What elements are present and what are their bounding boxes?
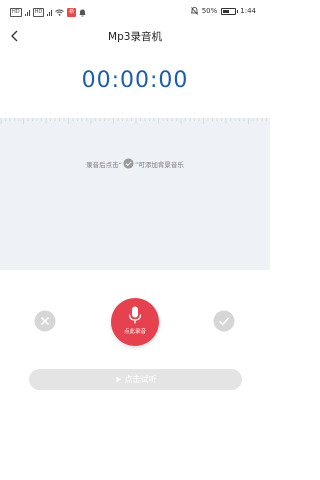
close-circle-icon[interactable]	[34, 310, 56, 332]
signal-icon	[24, 9, 30, 16]
mute-icon	[190, 7, 198, 15]
battery-icon	[221, 7, 239, 15]
status-left: HD HD 新	[10, 8, 86, 17]
check-circle-icon	[123, 158, 134, 169]
play-icon	[116, 376, 121, 383]
hint-after: ”可添加背景音乐	[135, 160, 184, 169]
check-circle-icon[interactable]	[213, 310, 235, 332]
status-right: 50% 1:44	[190, 7, 256, 15]
hd-badge-2: HD	[32, 8, 45, 17]
timeline-ticks	[0, 118, 267, 124]
status-time: 1:44	[240, 7, 256, 15]
preview-label: 点击试听	[124, 375, 157, 384]
app-notification-icon	[79, 9, 86, 16]
app-header: Mp3录音机	[0, 24, 270, 50]
record-button[interactable]: 点此录音	[111, 298, 159, 346]
waveform-area	[0, 118, 270, 270]
notification-badge: 新	[67, 8, 77, 17]
record-timer: 00:00:00	[81, 68, 189, 93]
battery-percent: 50%	[201, 7, 218, 15]
page-title: Mp3录音机	[108, 31, 162, 43]
preview-button[interactable]: 点击试听	[29, 369, 242, 390]
hd-badge: HD	[10, 8, 22, 17]
wifi-icon	[55, 9, 65, 16]
hint-before: 录音后点击“	[86, 160, 122, 169]
signal-icon-2	[47, 9, 53, 16]
microphone-icon	[128, 306, 142, 324]
status-bar: HD HD 新 50% 1:44	[0, 0, 270, 24]
hint-text: 录音后点击“ ”可添加背景音乐	[0, 158, 270, 169]
record-label: 点此录音	[123, 329, 146, 335]
